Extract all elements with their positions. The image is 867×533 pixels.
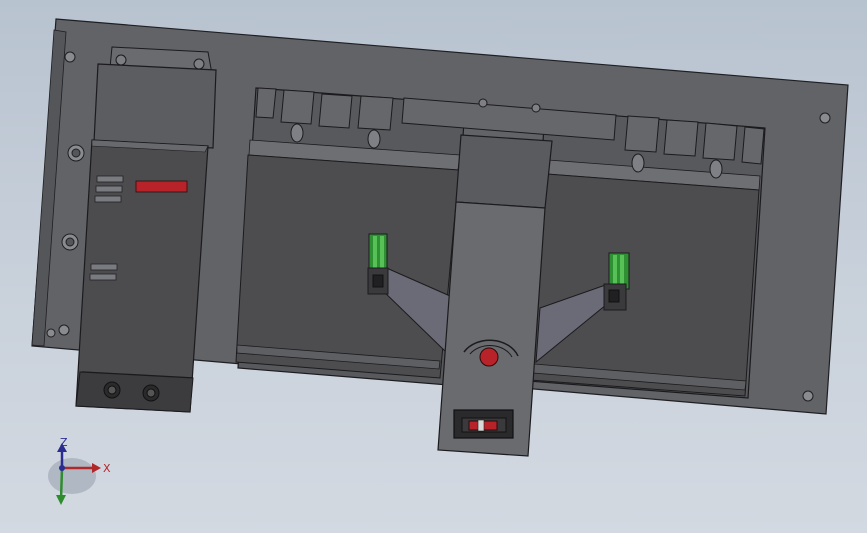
lock-slot-icon[interactable] bbox=[453, 409, 514, 439]
coordinate-triad: Z X bbox=[48, 436, 111, 505]
status-indicator bbox=[135, 180, 188, 193]
handle-red-button[interactable] bbox=[479, 347, 499, 367]
breaker-left[interactable] bbox=[235, 87, 466, 386]
cad-viewport[interactable]: Z X bbox=[0, 0, 867, 533]
left-lever-icon bbox=[367, 233, 389, 295]
z-axis-label: Z bbox=[60, 436, 68, 449]
x-axis-label: X bbox=[103, 462, 111, 475]
y-axis-arrow bbox=[56, 495, 66, 505]
assembly-scene: Z X bbox=[31, 18, 849, 505]
x-axis-arrow bbox=[92, 463, 101, 473]
